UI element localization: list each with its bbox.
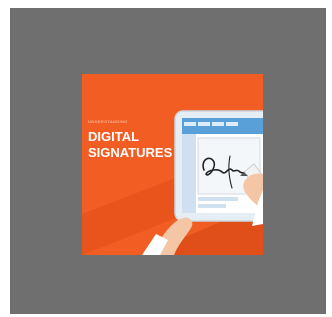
thumbnail-kicker: UNDERSTANDING (88, 119, 128, 124)
viewer-canvas: UNDERSTANDING DIGITAL SIGNATURES (0, 0, 332, 317)
tablet-icon (174, 110, 263, 222)
thumbnail-title-line-2: SIGNATURES (88, 145, 173, 160)
thumbnail-illustration (82, 74, 263, 255)
thumbnail-title-line-1: DIGITAL (88, 129, 140, 144)
digital-signatures-thumbnail[interactable]: UNDERSTANDING DIGITAL SIGNATURES (82, 74, 263, 255)
tablet-sidebar (182, 134, 196, 213)
